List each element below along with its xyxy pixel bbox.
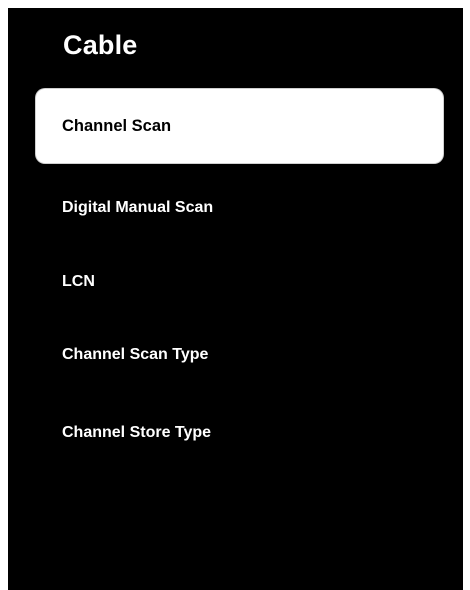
page-title: Cable [63, 30, 138, 60]
menu-item-label: LCN [62, 273, 95, 290]
menu-item-label: Channel Scan [62, 116, 172, 135]
menu-item-channel-store-type[interactable]: Channel Store Type [36, 396, 443, 470]
menu-item-digital-manual-scan[interactable]: Digital Manual Scan [36, 171, 443, 245]
menu-item-label: Digital Manual Scan [62, 199, 214, 216]
tv-settings-screen: Cable Channel Scan Digital Manual Scan L… [8, 8, 463, 590]
menu-item-channel-scan-type[interactable]: Channel Scan Type [36, 318, 443, 392]
menu-item-channel-scan[interactable]: Channel Scan [36, 89, 443, 163]
menu-item-label: Channel Scan Type [62, 346, 209, 363]
menu-item-label: Channel Store Type [62, 424, 212, 441]
menu-item-lcn[interactable]: LCN [36, 245, 443, 319]
